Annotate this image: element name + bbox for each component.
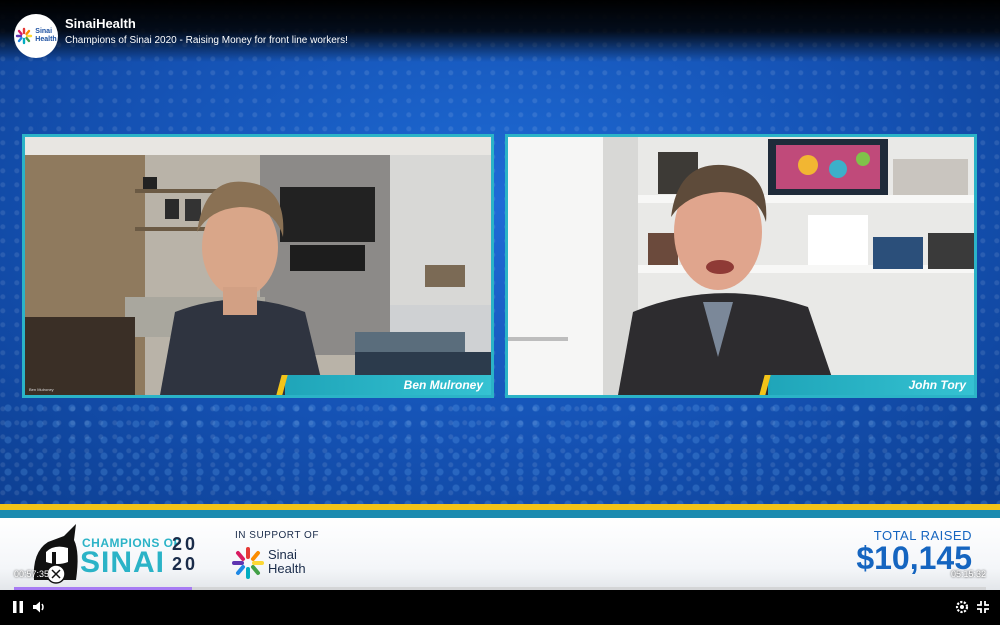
player-controls: [0, 590, 1000, 625]
participant-video-left: [25, 137, 491, 395]
channel-name[interactable]: SinaiHealth: [65, 16, 136, 31]
participant-name-left: Ben Mulroney: [285, 375, 491, 395]
total-time: 05:15:32: [950, 569, 986, 579]
volume-icon: [33, 601, 44, 613]
exit-fullscreen-button[interactable]: [975, 599, 991, 615]
channel-logo[interactable]: Sinai Health: [14, 14, 58, 58]
sinai-health-text: Sinai Health: [268, 547, 306, 576]
current-time: 00:57:35: [14, 569, 50, 579]
exit-fullscreen-icon: [977, 601, 989, 613]
video-title[interactable]: Champions of Sinai 2020 - Raising Money …: [65, 35, 348, 46]
channel-logo-text: Sinai Health: [35, 28, 57, 43]
participant-name-right: John Tory: [768, 375, 974, 395]
sinai-health-logo-icon: [232, 547, 264, 579]
pause-icon: [13, 601, 23, 613]
participant-video-right: [508, 137, 974, 395]
participant-tile-left: Ben Mulroney Ben Mulroney: [22, 134, 494, 398]
participant-small-label: Ben Mulroney: [29, 387, 54, 392]
background-pattern: [0, 400, 1000, 510]
campaign-sinai: SINAI: [80, 546, 166, 579]
gear-icon: [955, 600, 969, 614]
campaign-year-top: 20: [172, 534, 199, 554]
settings-button[interactable]: [954, 599, 970, 615]
banner-stripe-teal: [0, 510, 1000, 518]
pause-button[interactable]: [10, 599, 26, 615]
campaign-year-bottom: 20: [172, 554, 199, 574]
in-support-of-label: IN SUPPORT OF: [235, 530, 319, 541]
participant-tile-right: John Tory: [505, 134, 977, 398]
video-player[interactable]: Sinai Health SinaiHealth Champions of Si…: [0, 0, 1000, 625]
fundraiser-banner: CHAMPIONS OF SINAI 20 20 IN SUPPORT OF S…: [0, 518, 1000, 590]
sinai-star-icon: [16, 27, 33, 45]
title-bar: Sinai Health SinaiHealth Champions of Si…: [0, 0, 1000, 62]
volume-button[interactable]: [31, 599, 47, 615]
